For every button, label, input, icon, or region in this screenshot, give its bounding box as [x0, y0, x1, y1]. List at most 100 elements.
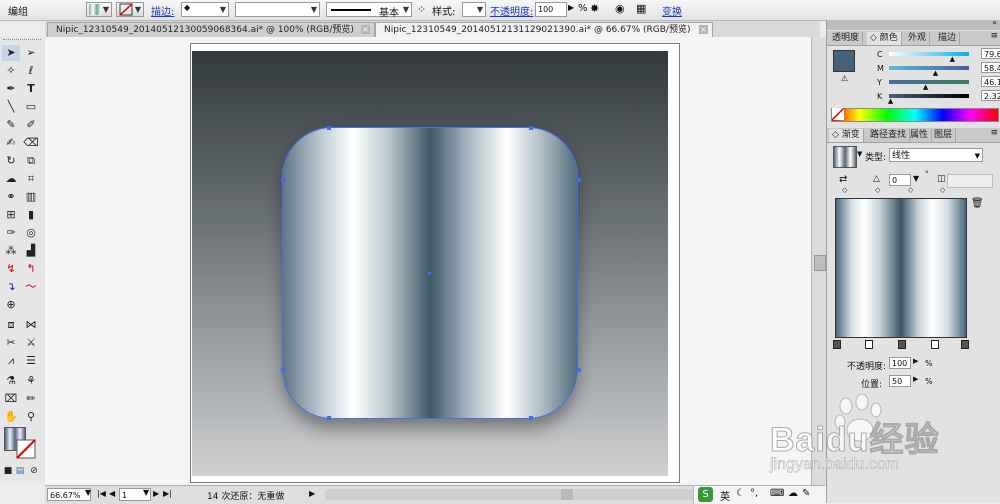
- recolor-icon[interactable]: ✸: [590, 2, 599, 17]
- color-spectrum[interactable]: [831, 108, 999, 122]
- symbol-sprayer-tool-icon[interactable]: ⁂: [2, 243, 20, 259]
- center-point[interactable]: [428, 272, 431, 275]
- last-page-icon[interactable]: ▶|: [163, 489, 172, 498]
- midpoint-diamond-icon[interactable]: ◇: [908, 186, 913, 194]
- status-menu-arrow-icon[interactable]: ▶: [309, 489, 315, 498]
- line-tool-icon[interactable]: ╲: [2, 99, 20, 115]
- anchor-convert-tool-icon[interactable]: ↯: [2, 261, 20, 277]
- live-paint-selection-tool-icon[interactable]: ⚘: [22, 373, 40, 389]
- direct-selection-tool-icon[interactable]: ➢: [22, 45, 40, 61]
- gamut-warning-icon[interactable]: ⚠: [841, 74, 848, 83]
- gradient-preview[interactable]: [835, 198, 967, 338]
- slider-thumb[interactable]: ▲: [888, 97, 893, 105]
- gradient-tool-icon[interactable]: ▮: [22, 207, 40, 223]
- horizontal-scrollbar[interactable]: [325, 489, 725, 500]
- scissors-tool-icon[interactable]: ✂: [2, 335, 20, 351]
- midpoint-diamond-icon[interactable]: ◇: [940, 186, 945, 194]
- tab-layers[interactable]: 图层: [931, 129, 957, 142]
- gradient-thumbnail[interactable]: [833, 146, 857, 168]
- tab-gradient[interactable]: ◇ 渐变: [829, 129, 864, 142]
- fill-swatch-dropdown[interactable]: ▼: [86, 2, 112, 17]
- anchor-point[interactable]: [327, 126, 331, 130]
- crosshair-tool-icon[interactable]: ⊕: [2, 297, 20, 313]
- mesh-tool-icon[interactable]: ⊞: [2, 207, 20, 223]
- midpoint-diamond-icon[interactable]: ◇: [842, 186, 847, 194]
- pen-tool-icon[interactable]: ✒: [2, 81, 20, 97]
- scale-tool-icon[interactable]: ⧉: [22, 153, 40, 169]
- live-paint-tool-icon[interactable]: ⚗: [2, 373, 20, 389]
- stroke-weight-field[interactable]: ◆ ▼: [181, 2, 229, 17]
- pencil-tool-icon[interactable]: ✐: [22, 117, 40, 133]
- chevron-down-icon[interactable]: ▼: [857, 150, 862, 158]
- magenta-value[interactable]: 58.42: [981, 62, 1000, 73]
- cyan-slider[interactable]: ▲: [889, 52, 969, 63]
- angle-field[interactable]: 0: [889, 174, 911, 186]
- fill-color-swatch[interactable]: [833, 50, 855, 72]
- close-icon[interactable]: ×: [699, 25, 708, 34]
- slider-thumb[interactable]: ▲: [950, 55, 955, 63]
- gradient-stop[interactable]: [865, 340, 873, 349]
- anchor-point[interactable]: [327, 416, 331, 420]
- lasso-tool-icon[interactable]: ℓ: [22, 63, 40, 79]
- gradient-mode-icon[interactable]: ▤: [14, 463, 26, 479]
- gradient-stop[interactable]: [833, 340, 841, 349]
- keyboard-icon[interactable]: ⌨: [770, 488, 784, 499]
- artboard-tool-icon[interactable]: ⧈: [2, 317, 20, 333]
- tab-appearance[interactable]: 外观: [905, 32, 931, 45]
- transform-link[interactable]: 变换: [662, 3, 682, 18]
- hand-tool-icon[interactable]: ✋: [2, 409, 20, 425]
- panel-menu-icon[interactable]: ≡: [990, 31, 998, 41]
- chevron-down-icon[interactable]: ▼: [143, 488, 149, 497]
- document-setup-icon[interactable]: ◉: [615, 2, 625, 17]
- chevron-down-icon[interactable]: ▼: [913, 174, 919, 183]
- zigzag-tool-icon[interactable]: ⩘: [2, 353, 20, 369]
- zoom-tool-icon[interactable]: ⚲: [22, 409, 40, 425]
- stroke-swatch-dropdown[interactable]: ▼: [116, 2, 144, 17]
- slider-thumb[interactable]: ▲: [933, 69, 938, 77]
- warp-tool-icon[interactable]: ☁: [2, 171, 20, 187]
- cyan-value[interactable]: 79.6: [981, 48, 1000, 59]
- anchor-point[interactable]: [577, 178, 581, 182]
- stop-location-field[interactable]: 50: [889, 375, 911, 387]
- stroke-link[interactable]: 描边:: [151, 3, 174, 18]
- column-graph-tool-icon[interactable]: ▟: [22, 243, 40, 259]
- tab-color[interactable]: ◇ 颜色: [867, 32, 902, 45]
- free-transform-tool-icon[interactable]: ⌗: [22, 171, 40, 187]
- opacity-link[interactable]: 不透明度:: [490, 3, 533, 18]
- stepper-icon[interactable]: ◆: [184, 3, 190, 12]
- gradient-stop[interactable]: [961, 340, 969, 349]
- eyedropper-tool-icon[interactable]: ✑: [2, 225, 20, 241]
- none-swatch-icon[interactable]: [832, 108, 844, 120]
- next-page-icon[interactable]: ▶: [153, 489, 159, 498]
- blend-tool-icon[interactable]: ◎: [22, 225, 40, 241]
- trash-icon[interactable]: 🗑: [971, 198, 984, 209]
- magic-wand-tool-icon[interactable]: ✧: [2, 63, 20, 79]
- stroke-none-icon[interactable]: [16, 439, 36, 459]
- rounded-square-shape[interactable]: [281, 126, 581, 420]
- wrench-icon[interactable]: ✎: [802, 488, 810, 499]
- skin-icon[interactable]: ☁: [788, 488, 798, 499]
- stop-opacity-field[interactable]: 100: [889, 357, 911, 369]
- none-mode-icon[interactable]: ⊘: [28, 463, 40, 479]
- panel-header[interactable]: «: [827, 18, 1000, 30]
- moon-icon[interactable]: ☾: [736, 488, 745, 499]
- eraser-tool-icon[interactable]: ⌫: [22, 135, 40, 151]
- rotate-tool-icon[interactable]: ↻: [2, 153, 20, 169]
- ime-language[interactable]: 英: [720, 488, 730, 503]
- shape-builder-tool-icon[interactable]: ⚭: [2, 189, 20, 205]
- black-slider[interactable]: ▲: [888, 94, 969, 105]
- blob-brush-tool-icon[interactable]: ✍: [2, 135, 20, 151]
- opacity-field[interactable]: 100: [535, 2, 567, 17]
- gradient-type-dropdown[interactable]: 线性 ▼: [889, 148, 983, 162]
- chevron-right-icon[interactable]: ▶: [913, 375, 918, 383]
- anchor-point[interactable]: [577, 368, 581, 372]
- prev-page-icon[interactable]: ◀: [109, 489, 115, 498]
- tab-transparency[interactable]: 透明度: [829, 32, 864, 45]
- opacity-arrow-icon[interactable]: ▶: [568, 3, 574, 18]
- width-profile-icon[interactable]: ⁘: [417, 3, 426, 18]
- crop-tool-icon[interactable]: ⌧: [2, 391, 20, 407]
- perspective-grid-tool-icon[interactable]: ▥: [22, 189, 40, 205]
- graphic-style-dropdown[interactable]: ▼: [462, 2, 486, 17]
- color-mode-icon[interactable]: ■: [2, 463, 14, 479]
- close-icon[interactable]: ×: [361, 25, 370, 34]
